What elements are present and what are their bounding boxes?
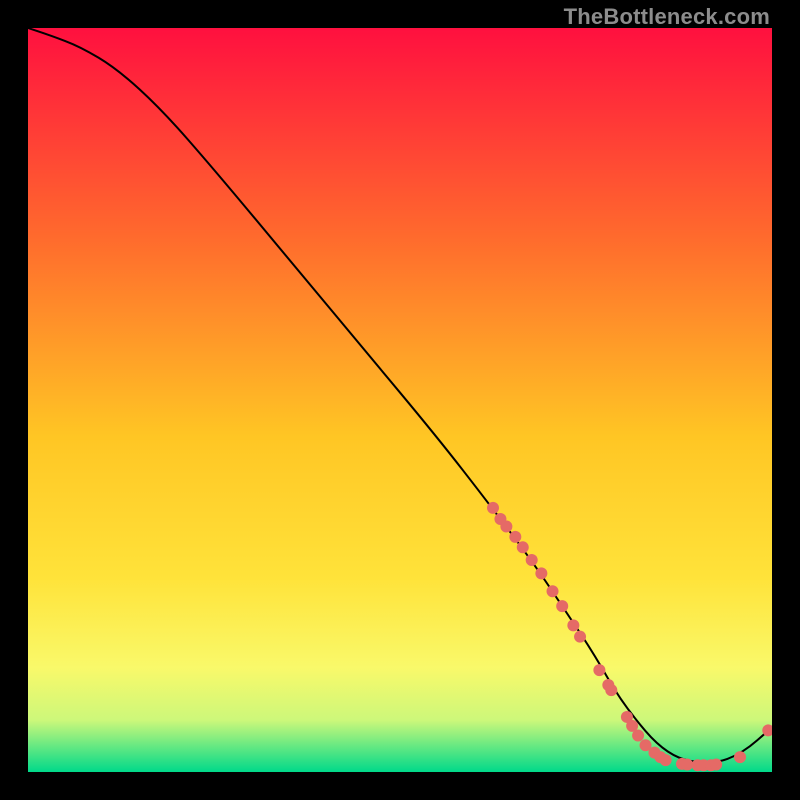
data-marker (710, 759, 722, 771)
data-marker (500, 520, 512, 532)
data-marker (556, 600, 568, 612)
data-marker (547, 585, 559, 597)
data-marker (734, 751, 746, 763)
data-marker (509, 531, 521, 543)
chart-plot-area (28, 28, 772, 772)
chart-svg (28, 28, 772, 772)
data-marker (535, 567, 547, 579)
data-marker (632, 730, 644, 742)
chart-background-gradient (28, 28, 772, 772)
data-marker (660, 754, 672, 766)
chart-frame: TheBottleneck.com (0, 0, 800, 800)
data-marker (593, 664, 605, 676)
data-marker (517, 541, 529, 553)
data-marker (605, 684, 617, 696)
data-marker (487, 502, 499, 514)
data-marker (574, 631, 586, 643)
data-marker (526, 554, 538, 566)
data-marker (681, 759, 693, 771)
data-marker (567, 619, 579, 631)
watermark-text: TheBottleneck.com (564, 4, 770, 30)
